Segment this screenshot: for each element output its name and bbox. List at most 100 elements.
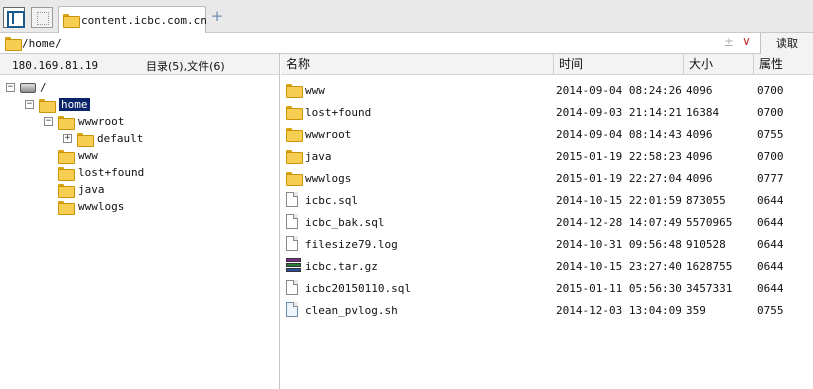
file-row[interactable]: java 2015-01-19 22:58:23 4096 0700 bbox=[281, 145, 813, 167]
file-row[interactable]: wwwlogs 2015-01-19 22:27:04 4096 0777 bbox=[281, 167, 813, 189]
file-time: 2014-12-28 14:07:49 bbox=[556, 216, 682, 229]
chevron-down-icon[interactable]: ∨ bbox=[742, 34, 751, 48]
column-name[interactable]: 名称 bbox=[281, 54, 556, 75]
file-size: 4096 bbox=[686, 84, 713, 97]
path-input[interactable] bbox=[22, 35, 722, 51]
file-size: 4096 bbox=[686, 172, 713, 185]
collapse-icon[interactable]: − bbox=[25, 100, 34, 109]
file-size: 1628755 bbox=[686, 260, 733, 273]
column-attr[interactable]: 属性 bbox=[753, 54, 813, 75]
file-icon bbox=[286, 236, 298, 251]
add-tab-button[interactable]: + bbox=[210, 9, 224, 24]
file-name: icbc20150110.sql bbox=[305, 282, 411, 295]
file-size: 910528 bbox=[686, 238, 726, 251]
folder-icon bbox=[58, 201, 75, 215]
folder-icon bbox=[63, 14, 80, 28]
file-row[interactable]: filesize79.log 2014-10-31 09:56:48 910528 0… bbox=[281, 233, 813, 255]
bookmark-icon[interactable]: ± bbox=[724, 35, 734, 49]
folder-icon bbox=[286, 150, 303, 164]
file-row[interactable]: www 2014-09-04 08:24:26 4096 0700 bbox=[281, 79, 813, 101]
file-time: 2015-01-11 05:56:30 bbox=[556, 282, 682, 295]
file-attr: 0700 bbox=[757, 106, 784, 119]
file-size: 5570965 bbox=[686, 216, 733, 229]
column-header: 名称 时间 大小 属性 bbox=[281, 54, 813, 75]
expand-icon[interactable]: + bbox=[63, 134, 72, 143]
tree-item-label: lost+found bbox=[78, 166, 145, 179]
tree-header: 180.169.81.19 目录(5),文件(6) bbox=[0, 54, 279, 75]
file-attr: 0700 bbox=[757, 150, 784, 163]
folder-icon bbox=[39, 99, 56, 113]
file-icon bbox=[286, 192, 298, 207]
tree-item-label: wwwroot bbox=[78, 115, 125, 128]
file-attr: 0644 bbox=[757, 216, 784, 229]
file-time: 2014-10-15 23:27:40 bbox=[556, 260, 682, 273]
file-icon bbox=[286, 280, 298, 295]
file-row[interactable]: lost+found 2014-09-03 21:14:21 16384 0700 bbox=[281, 101, 813, 123]
file-name: icbc.tar.gz bbox=[305, 260, 378, 273]
folder-icon bbox=[5, 37, 22, 51]
folder-icon bbox=[58, 184, 75, 198]
address-bar: ± ∨ 读取 bbox=[0, 33, 813, 54]
file-time: 2014-09-04 08:14:43 bbox=[556, 128, 682, 141]
file-name: wwwroot bbox=[305, 128, 352, 141]
file-row[interactable]: icbc.tar.gz 2014-10-15 23:27:40 1628755 064… bbox=[281, 255, 813, 277]
column-time[interactable]: 时间 bbox=[553, 54, 683, 75]
file-name: wwwlogs bbox=[305, 172, 352, 185]
file-time: 2014-12-03 13:04:09 bbox=[556, 304, 682, 317]
folder-icon bbox=[286, 106, 303, 120]
file-icon bbox=[286, 214, 298, 229]
tab-label: content.icbc.com.cn bbox=[81, 14, 207, 27]
directory-tree-panel: 180.169.81.19 目录(5),文件(6) − / − home − wwwroo… bbox=[0, 54, 280, 389]
read-button[interactable]: 读取 bbox=[760, 33, 813, 54]
file-attr: 0755 bbox=[757, 304, 784, 317]
file-name: www bbox=[305, 84, 325, 97]
tab-content-icbc[interactable]: content.icbc.com.cn bbox=[58, 6, 207, 33]
folder-icon bbox=[58, 150, 75, 164]
file-name: filesize79.log bbox=[305, 238, 398, 251]
folder-icon bbox=[58, 167, 75, 181]
file-name: icbc.sql bbox=[305, 194, 358, 207]
file-time: 2015-01-19 22:58:23 bbox=[556, 150, 682, 163]
file-row[interactable]: icbc_bak.sql 2014-12-28 14:07:49 5570965 06… bbox=[281, 211, 813, 233]
tree-item-label: / bbox=[40, 81, 47, 94]
file-attr: 0777 bbox=[757, 172, 784, 185]
tree-item-label: java bbox=[78, 183, 105, 196]
folder-icon bbox=[286, 172, 303, 186]
column-size[interactable]: 大小 bbox=[683, 54, 753, 75]
tab-bar: content.icbc.com.cn + bbox=[0, 0, 813, 33]
file-size: 873055 bbox=[686, 194, 726, 207]
grid-icon[interactable] bbox=[31, 7, 53, 28]
panel-toggle-icon[interactable] bbox=[3, 7, 25, 28]
collapse-icon[interactable]: − bbox=[6, 83, 15, 92]
file-size: 16384 bbox=[686, 106, 720, 119]
file-name: java bbox=[305, 150, 332, 163]
file-attr: 0644 bbox=[757, 282, 784, 295]
folder-icon bbox=[77, 133, 94, 147]
file-name: icbc_bak.sql bbox=[305, 216, 385, 229]
file-list-panel: 名称 时间 大小 属性 www 2014-09-04 08:24:26 4096 07… bbox=[281, 54, 813, 389]
script-icon bbox=[286, 302, 298, 317]
tree-item-label: wwwlogs bbox=[78, 200, 125, 213]
file-time: 2015-01-19 22:27:04 bbox=[556, 172, 682, 185]
file-row[interactable]: wwwroot 2014-09-04 08:14:43 4096 0755 bbox=[281, 123, 813, 145]
file-time: 2014-09-04 08:24:26 bbox=[556, 84, 682, 97]
file-name: lost+found bbox=[305, 106, 372, 119]
host-address: 180.169.81.19 bbox=[12, 59, 99, 72]
file-row[interactable]: icbc20150110.sql 2015-01-11 05:56:30 34573… bbox=[281, 277, 813, 299]
file-attr: 0644 bbox=[757, 260, 784, 273]
file-attr: 0755 bbox=[757, 128, 784, 141]
file-size: 4096 bbox=[686, 128, 713, 141]
folder-icon bbox=[286, 84, 303, 98]
archive-icon bbox=[286, 258, 301, 273]
folder-icon bbox=[58, 116, 75, 130]
tree-item-label: www bbox=[78, 149, 98, 162]
tree-item-label: home bbox=[59, 98, 90, 111]
folder-icon bbox=[286, 128, 303, 142]
file-row[interactable]: clean_pvlog.sh 2014-12-03 13:04:09 359 0755 bbox=[281, 299, 813, 321]
file-row[interactable]: icbc.sql 2014-10-15 22:01:59 873055 0644 bbox=[281, 189, 813, 211]
collapse-icon[interactable]: − bbox=[44, 117, 53, 126]
file-size: 359 bbox=[686, 304, 706, 317]
drive-icon bbox=[20, 83, 36, 93]
file-name: clean_pvlog.sh bbox=[305, 304, 398, 317]
item-counts: 目录(5),文件(6) bbox=[146, 60, 225, 73]
